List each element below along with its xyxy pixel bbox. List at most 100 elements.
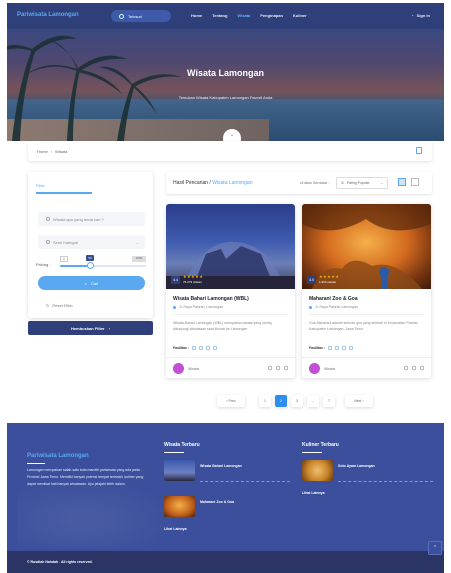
- pin-icon: [173, 305, 176, 309]
- print-icon[interactable]: [416, 147, 422, 154]
- chevron-down-icon: ⌄: [380, 181, 383, 185]
- bookmark-icon[interactable]: [268, 366, 272, 370]
- card-description: Wisata Bahari Lamongan (WBL) merupakan w…: [173, 321, 272, 331]
- card-category: Wisata: [188, 367, 199, 371]
- search-input-placeholder: Wisata apa yang anda cari ?: [53, 216, 104, 222]
- footer-kuliner-item[interactable]: Soto Ayam Lamongan: [338, 464, 375, 468]
- facilities-label: Fasilitas :: [173, 346, 190, 350]
- zoom-icon[interactable]: [284, 366, 288, 370]
- sort-select[interactable]: ⇅ Paling Populer ⌄: [336, 177, 388, 189]
- grid-view-icon[interactable]: [398, 178, 406, 186]
- pagination-page-2[interactable]: 2: [275, 395, 287, 407]
- pin-icon: [309, 305, 312, 309]
- map-pin-icon[interactable]: [276, 366, 280, 370]
- chevron-right-icon: ›: [108, 325, 110, 331]
- scroll-down-icon[interactable]: ⌄: [223, 129, 241, 141]
- nav-menu: Home Tentang Wisata Penginapan Kuliner: [191, 13, 307, 18]
- signin-link[interactable]: ◔ Sign in: [411, 13, 430, 18]
- signin-label: Sign in: [416, 13, 430, 18]
- pagination-page-3[interactable]: 3: [291, 395, 303, 407]
- search-input[interactable]: Wisata apa yang anda cari ?: [38, 212, 145, 226]
- map-pin-icon[interactable]: [412, 366, 416, 370]
- footer-kuliner-thumb[interactable]: [302, 460, 333, 481]
- pagination-page-7[interactable]: 7: [323, 395, 335, 407]
- zoom-icon[interactable]: [420, 366, 424, 370]
- hero-overlay: [7, 29, 444, 141]
- parking-icon: [199, 346, 204, 350]
- results-title: Hasil Pencarian / Wisata Lamongan: [173, 180, 253, 186]
- user-icon: ◔: [411, 13, 414, 18]
- nav-item-wisata[interactable]: Wisata: [237, 13, 250, 18]
- card-divider: [309, 314, 424, 315]
- filter-tab[interactable]: Filter: [36, 183, 45, 188]
- nav-item-home[interactable]: Home: [191, 13, 202, 18]
- bookmark-icon[interactable]: [404, 366, 408, 370]
- results-title-prefix: Hasil Pencarian /: [173, 180, 213, 186]
- reset-filter-link[interactable]: ↻ Reset Filter: [46, 303, 73, 308]
- card-description: Goa Maharani adalah sebuah goa yang terl…: [309, 321, 419, 331]
- footer-kuliner-more[interactable]: Lihat Lainnya: [302, 491, 325, 495]
- footer-kuliner-title: Kuliner Terbaru: [302, 442, 339, 448]
- review-count: 76.279 ulasan: [183, 280, 202, 284]
- navbar: Pariwisata Lamongan Telusuri Home Tentan…: [7, 3, 444, 29]
- hero-banner: Wisata Lamongan Temukan Wisata Kabupaten…: [7, 29, 444, 141]
- wifi-icon: [192, 346, 197, 350]
- footer-wisata-item[interactable]: Wisata Bahari Lamongan: [200, 464, 242, 468]
- card-divider: [173, 314, 288, 315]
- price-slider-thumb[interactable]: [86, 262, 94, 269]
- breadcrumb-bar: Home › Wisata: [28, 141, 432, 161]
- footer-wisata-more[interactable]: Lihat Lainnya: [164, 527, 187, 531]
- pricing-label: Pricing :: [36, 262, 51, 267]
- toilet-icon: [213, 346, 218, 350]
- category-avatar: [173, 363, 184, 374]
- card-image[interactable]: 4.4 ★★★★★ 76.279 ulasan: [166, 204, 295, 289]
- pagination-page-1[interactable]: 1: [259, 395, 271, 407]
- result-card[interactable]: 4.5 ★★★★★ 1.934 ulasan Maharani Zoo & Go…: [302, 204, 431, 378]
- card-title[interactable]: Wisata Bahari Lamongan (WBL): [173, 296, 249, 302]
- copyright-bar: © Rusdiah Nahdah . All rights reserved.: [7, 551, 444, 573]
- results-title-highlight: Wisata Lamongan: [212, 180, 253, 186]
- footer: Pariwisata Lamongan Lamongan merupakan s…: [7, 423, 444, 551]
- fold-filter-label: Hembuskan Filter: [71, 325, 105, 331]
- category-select-placeholder: Semi Kategori: [53, 239, 79, 245]
- rating-badge: 4.5: [307, 276, 316, 284]
- restaurant-icon: [206, 346, 211, 350]
- search-button[interactable]: ⌕ Cari: [38, 276, 145, 290]
- parking-icon: [335, 346, 340, 350]
- nav-item-tentang[interactable]: Tentang: [212, 13, 227, 18]
- breadcrumb-wisata[interactable]: Wisata: [55, 149, 67, 154]
- nav-item-kuliner[interactable]: Kuliner: [293, 13, 307, 18]
- pagination-prev[interactable]: ‹ Prev: [217, 395, 245, 407]
- list-view-icon[interactable]: [411, 178, 419, 186]
- pagination-next[interactable]: Next ›: [345, 395, 373, 407]
- brand-logo[interactable]: Pariwisata Lamongan: [17, 12, 79, 18]
- card-title[interactable]: Maharani Zoo & Goa: [309, 296, 358, 302]
- footer-brand-underline: [27, 463, 45, 464]
- card-actions: [268, 366, 288, 370]
- restaurant-icon: [342, 346, 347, 350]
- card-facilities: Fasilitas :: [309, 346, 354, 350]
- card-facilities: Fasilitas :: [173, 346, 218, 350]
- category-select[interactable]: Semi Kategori ⌄: [38, 235, 145, 249]
- toilet-icon: [349, 346, 354, 350]
- star-rating: ★★★★★: [183, 274, 204, 279]
- card-actions: [404, 366, 424, 370]
- reset-filter-label: Reset Filter: [52, 303, 73, 308]
- rating-badge: 4.4: [171, 276, 180, 284]
- nav-search-button[interactable]: Telusuri: [111, 10, 171, 22]
- footer-wisata-thumb[interactable]: [164, 460, 195, 481]
- footer-wisata-thumb[interactable]: [164, 496, 195, 517]
- breadcrumb-home[interactable]: Home: [37, 149, 48, 154]
- footer-wisata-item[interactable]: Maharani Zoo & Goa: [200, 500, 234, 504]
- fold-filter-button[interactable]: Hembuskan Filter ›: [28, 321, 153, 335]
- breadcrumb-separator: ›: [50, 149, 53, 154]
- category-avatar: [309, 363, 320, 374]
- result-card[interactable]: 4.4 ★★★★★ 76.279 ulasan Wisata Bahari La…: [166, 204, 295, 378]
- price-max: 1000: [132, 256, 146, 262]
- price-slider[interactable]: [60, 262, 146, 269]
- card-image[interactable]: 4.5 ★★★★★ 1.934 ulasan: [302, 204, 431, 289]
- copyright-text: © Rusdiah Nahdah . All rights reserved.: [27, 560, 93, 564]
- footer-brand: Pariwisata Lamongan: [27, 453, 89, 459]
- nav-item-penginapan[interactable]: Penginapan: [260, 13, 283, 18]
- back-to-top-button[interactable]: ⌃: [428, 541, 442, 555]
